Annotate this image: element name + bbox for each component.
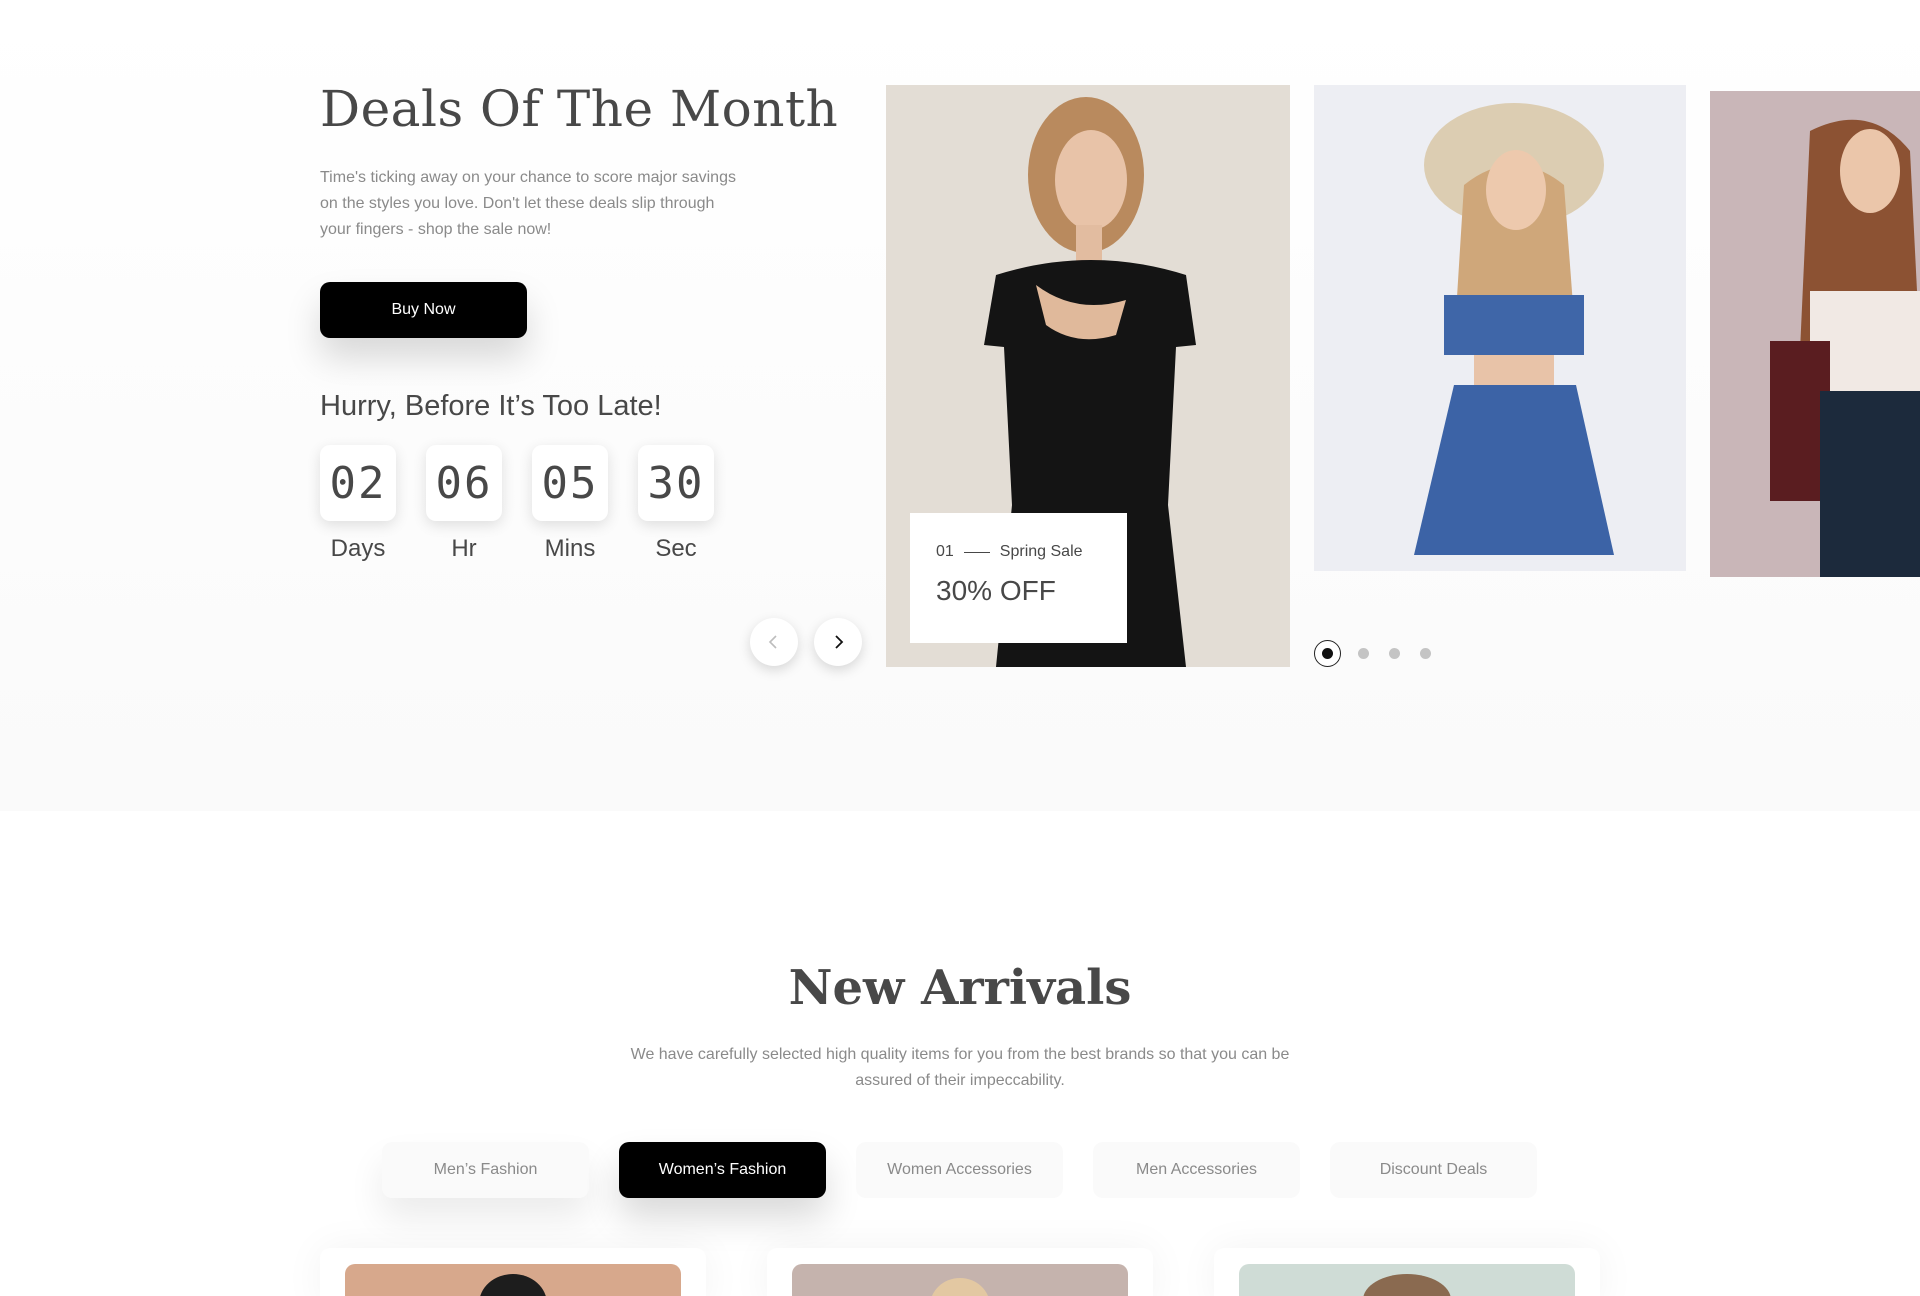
- slider-prev-button[interactable]: [750, 618, 798, 666]
- countdown-days-value: 02: [320, 445, 396, 521]
- category-tabs: Men’s Fashion Women’s Fashion Women Acce…: [382, 1142, 1537, 1198]
- countdown-timer: 02 Days 06 Hr 05 Mins 30 Sec: [320, 445, 714, 563]
- hurry-heading: Hurry, Before It’s Too Late!: [320, 390, 662, 422]
- slider-next-button[interactable]: [814, 618, 862, 666]
- countdown-minutes-value: 05: [532, 445, 608, 521]
- countdown-minutes: 05 Mins: [532, 445, 608, 563]
- product-image: [1239, 1264, 1575, 1296]
- deal-slide-3-image[interactable]: [1710, 91, 1920, 577]
- slider-dot-3[interactable]: [1389, 648, 1400, 659]
- slider-dot-2[interactable]: [1358, 648, 1369, 659]
- countdown-hours-label: Hr: [451, 535, 477, 562]
- product-image: [345, 1264, 681, 1296]
- buy-now-button[interactable]: Buy Now: [320, 282, 527, 338]
- tab-womens-fashion[interactable]: Women’s Fashion: [619, 1142, 826, 1198]
- product-card[interactable]: [320, 1248, 706, 1296]
- sale-discount: 30% OFF: [936, 575, 1056, 606]
- chevron-right-icon: [835, 635, 844, 649]
- sale-index: 01: [936, 543, 954, 560]
- tab-mens-fashion[interactable]: Men’s Fashion: [382, 1142, 589, 1198]
- new-arrivals-title: New Arrivals: [788, 960, 1132, 1016]
- countdown-hours: 06 Hr: [426, 445, 502, 563]
- countdown-seconds: 30 Sec: [638, 445, 714, 563]
- tab-men-accessories[interactable]: Men Accessories: [1093, 1142, 1300, 1198]
- countdown-days-label: Days: [330, 535, 386, 562]
- countdown-hours-value: 06: [426, 445, 502, 521]
- model-blue-outfit-image: [1314, 85, 1686, 571]
- slider-dot-4[interactable]: [1420, 648, 1431, 659]
- deal-slide-2-image[interactable]: [1314, 85, 1686, 571]
- countdown-minutes-label: Mins: [544, 535, 596, 562]
- new-arrivals-description: We have carefully selected high quality …: [630, 1046, 1290, 1089]
- deals-title: Deals Of The Month: [320, 80, 839, 138]
- countdown-seconds-label: Sec: [655, 535, 697, 562]
- product-card[interactable]: [767, 1248, 1153, 1296]
- sale-divider: [963, 551, 990, 553]
- product-image: [792, 1264, 1128, 1296]
- slider-dot-1[interactable]: [1314, 640, 1341, 667]
- tab-women-accessories[interactable]: Women Accessories: [856, 1142, 1063, 1198]
- sale-name: Spring Sale: [999, 543, 1083, 560]
- product-card[interactable]: [1214, 1248, 1600, 1296]
- countdown-days: 02 Days: [320, 445, 396, 563]
- spring-sale-card: 01 Spring Sale 30% OFF: [910, 513, 1127, 643]
- tab-discount-deals[interactable]: Discount Deals: [1330, 1142, 1537, 1198]
- chevron-left-icon: [768, 635, 777, 649]
- model-white-top-image: [1710, 91, 1920, 577]
- slider-pagination: [1314, 640, 1451, 667]
- countdown-seconds-value: 30: [638, 445, 714, 521]
- deals-description: Time's ticking away on your chance to sc…: [320, 169, 736, 238]
